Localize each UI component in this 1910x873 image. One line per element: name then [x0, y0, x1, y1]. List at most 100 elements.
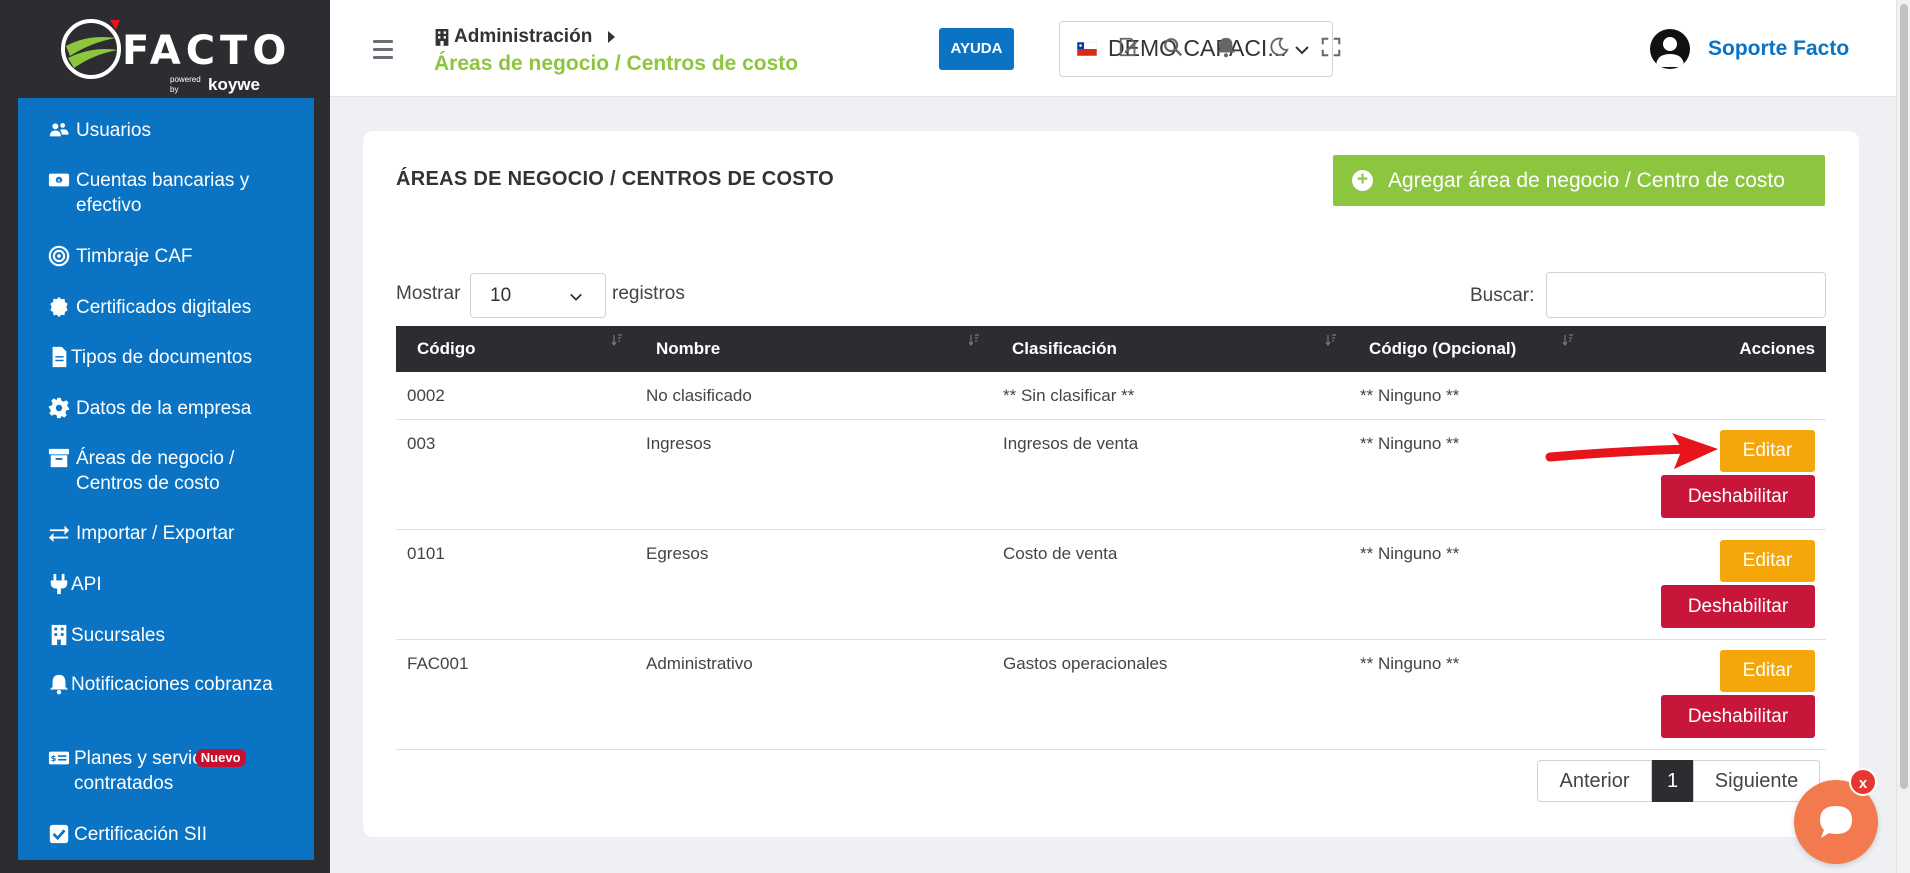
- disable-button[interactable]: Deshabilitar: [1661, 585, 1815, 628]
- section-title: ÁREAS DE NEGOCIO / CENTROS DE COSTO: [396, 168, 834, 190]
- cell-codigo-opcional: ** Ninguno **: [1360, 434, 1460, 453]
- sidebar-item-datos-empresa[interactable]: Datos de la empresa: [48, 396, 288, 426]
- plus-circle-icon: +: [1352, 170, 1373, 191]
- column-header-codigo[interactable]: Código: [417, 326, 476, 372]
- sort-icon: [1563, 334, 1573, 346]
- sidebar-item-api[interactable]: API: [48, 572, 288, 602]
- page-length-value: 10: [490, 285, 512, 306]
- help-button[interactable]: AYUDA: [939, 28, 1014, 70]
- edit-button[interactable]: Editar: [1720, 650, 1815, 692]
- sidebar-item-label: API: [71, 574, 102, 595]
- signature-icon[interactable]: [1118, 36, 1142, 60]
- sidebar-item-label: Usuarios: [76, 120, 151, 141]
- sidebar-item-label: Cuentas bancarias y efectivo: [76, 170, 250, 216]
- sidebar-item-label: Importar / Exportar: [76, 523, 235, 544]
- cell-clasificacion: Gastos operacionales: [1003, 654, 1168, 673]
- chile-flag-icon: [1077, 42, 1097, 56]
- sidebar-item-sucursales[interactable]: Sucursales: [48, 623, 288, 653]
- table-header: Código Nombre Clasificación Código (Opci…: [396, 326, 1826, 372]
- breadcrumb-parent[interactable]: Administración: [454, 26, 592, 48]
- show-label: Mostrar: [396, 283, 461, 304]
- pagination-previous-button[interactable]: Anterior: [1537, 760, 1652, 802]
- bell-icon: [48, 672, 69, 702]
- gear-icon: [48, 396, 72, 426]
- cell-codigo-opcional: ** Ninguno **: [1360, 654, 1460, 673]
- breadcrumb: Administración: [434, 26, 616, 48]
- edit-button[interactable]: Editar: [1720, 540, 1815, 582]
- money-icon: $: [48, 168, 72, 198]
- cell-codigo: FAC001: [407, 654, 469, 673]
- users-icon: [48, 118, 72, 148]
- avatar[interactable]: [1650, 29, 1690, 69]
- sort-icon: [612, 334, 622, 346]
- checkbox-icon: [48, 822, 70, 852]
- sidebar-item-planes[interactable]: $ Planes y servicNuevo contratados: [48, 746, 288, 796]
- svg-text:$: $: [51, 753, 57, 763]
- sort-icon: [969, 334, 979, 346]
- business-areas-table: Código Nombre Clasificación Código (Opci…: [396, 326, 1826, 750]
- cell-clasificacion: Ingresos de venta: [1003, 434, 1139, 453]
- page-scrollbar[interactable]: [1896, 0, 1910, 873]
- logo-powered: powered by: [170, 75, 201, 94]
- search-label: Buscar:: [1470, 285, 1535, 306]
- sidebar-item-label: Áreas de negocio / Centros de costo: [76, 448, 235, 494]
- sidebar-item-timbraje[interactable]: Timbraje CAF: [48, 244, 288, 274]
- cell-codigo-opcional: ** Ninguno **: [1360, 544, 1460, 563]
- sidebar-item-cuentas[interactable]: $ Cuentas bancarias y efectivo: [48, 168, 288, 218]
- user-name[interactable]: Soporte Facto: [1708, 37, 1849, 61]
- menu-toggle-icon[interactable]: [373, 40, 393, 64]
- cell-nombre: Administrativo: [646, 654, 753, 673]
- plan-icon: $: [48, 746, 70, 776]
- logo-text: FACTO: [122, 28, 292, 74]
- archive-icon: [48, 446, 72, 476]
- building-icon: [48, 623, 67, 653]
- sidebar-item-areas-negocio[interactable]: Áreas de negocio / Centros de costo: [48, 446, 288, 496]
- sidebar-item-certificacion-sii[interactable]: Certificación SII: [48, 822, 288, 852]
- certificate-icon: [48, 295, 72, 325]
- annotation-arrow-icon: [1545, 433, 1718, 469]
- pagination-page-1[interactable]: 1: [1652, 760, 1693, 802]
- page-length-select[interactable]: 10: [470, 273, 606, 318]
- disable-button[interactable]: Deshabilitar: [1661, 695, 1815, 738]
- new-badge: Nuevo: [195, 749, 246, 767]
- table-row: 0002 No clasificado ** Sin clasificar **…: [396, 372, 1826, 420]
- sidebar-item-label: Sucursales: [71, 625, 165, 646]
- pagination-next-button[interactable]: Siguiente: [1693, 760, 1820, 802]
- bell-icon[interactable]: [1215, 36, 1239, 60]
- sidebar-item-usuarios[interactable]: Usuarios: [48, 118, 288, 148]
- facto-logo[interactable]: FACTO powered by koywe: [58, 16, 286, 94]
- column-header-nombre[interactable]: Nombre: [656, 326, 720, 372]
- pagination: Anterior 1 Siguiente: [1537, 760, 1820, 802]
- target-icon: [48, 244, 72, 274]
- search-input[interactable]: [1546, 272, 1826, 318]
- column-header-codigo-opcional[interactable]: Código (Opcional): [1369, 326, 1516, 372]
- svg-text:$: $: [57, 178, 61, 184]
- records-label: registros: [612, 283, 685, 304]
- logo-koywe: koywe: [208, 75, 260, 94]
- sidebar-item-label: Certificados digitales: [76, 297, 252, 318]
- cell-codigo: 003: [407, 434, 436, 453]
- sidebar-item-label: Tipos de documentos: [71, 347, 252, 368]
- chat-close-button[interactable]: x: [1849, 768, 1877, 796]
- cell-clasificacion: ** Sin clasificar **: [1003, 386, 1135, 405]
- chevron-down-icon: [1295, 46, 1309, 55]
- building-icon: [435, 29, 449, 46]
- add-business-area-button[interactable]: + Agregar área de negocio / Centro de co…: [1333, 155, 1825, 206]
- sidebar-item-certificados[interactable]: Certificados digitales: [48, 295, 288, 325]
- sidebar-item-importar-exportar[interactable]: Importar / Exportar: [48, 521, 288, 551]
- sidebar-item-label: Planes y servicNuevo contratados: [74, 746, 246, 796]
- scrollbar-thumb[interactable]: [1900, 4, 1908, 789]
- search-icon[interactable]: [1162, 36, 1186, 60]
- dark-mode-icon[interactable]: [1268, 36, 1292, 60]
- sidebar-item-label: Datos de la empresa: [76, 398, 252, 419]
- sidebar-item-notificaciones[interactable]: Notificaciones cobranza: [48, 672, 288, 702]
- user-icon: [1656, 37, 1684, 67]
- caret-right-icon: [608, 31, 616, 43]
- sidebar-item-label: Certificación SII: [74, 824, 208, 845]
- column-header-clasificacion[interactable]: Clasificación: [1012, 326, 1117, 372]
- table-row: FAC001 Administrativo Gastos operacional…: [396, 640, 1826, 750]
- sidebar-item-tipos-documentos[interactable]: Tipos de documentos: [48, 345, 288, 375]
- exchange-icon: [48, 521, 72, 551]
- cell-codigo: 0002: [407, 386, 445, 405]
- fullscreen-icon[interactable]: [1320, 36, 1344, 60]
